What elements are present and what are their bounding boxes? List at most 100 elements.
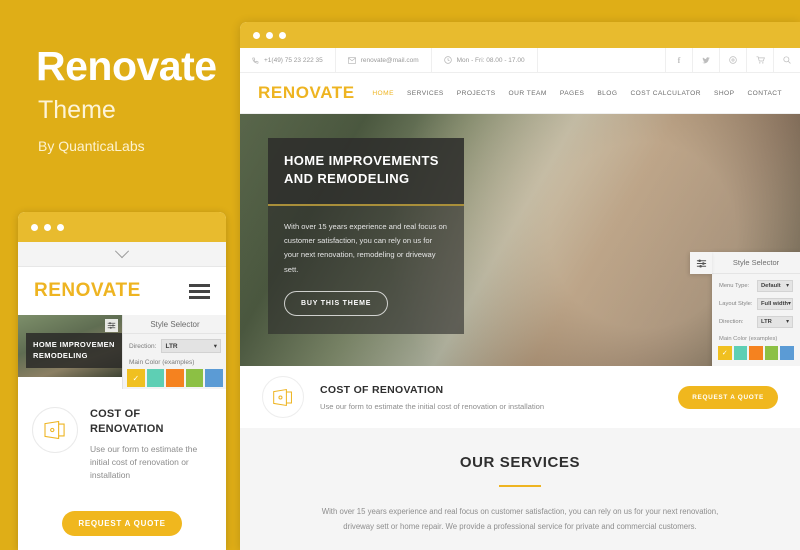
color-swatch-green[interactable] bbox=[764, 346, 779, 360]
hero-paragraph: With over 15 years experience and real f… bbox=[284, 222, 447, 274]
desktop-titlebar bbox=[240, 22, 800, 48]
color-swatch-teal[interactable] bbox=[733, 346, 748, 360]
topbar-hours-text: Mon - Fri: 08.00 - 17.00 bbox=[456, 56, 525, 64]
menu-type-select[interactable]: Default ▾ bbox=[757, 280, 793, 292]
color-swatch-orange[interactable] bbox=[749, 346, 763, 360]
nav-item-services[interactable]: SERVICES bbox=[407, 90, 444, 97]
color-swatch-blue[interactable] bbox=[780, 346, 794, 360]
tablet-hero-overlay: HOME IMPROVEMEN REMODELING bbox=[26, 333, 122, 368]
topbar-email-text: renovate@mail.com bbox=[360, 56, 419, 64]
chevron-down-icon: ▾ bbox=[786, 319, 789, 325]
desktop-logo[interactable]: RENOVATE bbox=[258, 83, 355, 103]
services-paragraph: With over 15 years experience and real f… bbox=[321, 507, 719, 531]
nav-item-cost-calculator[interactable]: COST CALCULATOR bbox=[630, 90, 701, 97]
nav-item-blog[interactable]: BLOG bbox=[597, 90, 617, 97]
nav-item-shop[interactable]: SHOP bbox=[714, 90, 735, 97]
tablet-cost-section: COST OF RENOVATION Use our form to estim… bbox=[18, 389, 226, 482]
mail-icon bbox=[347, 56, 356, 64]
tablet-direction-select[interactable]: LTR ▾ bbox=[161, 339, 221, 353]
style-selector-title: Style Selector bbox=[712, 252, 800, 274]
desktop-navbar: RENOVATE HOME SERVICES PROJECTS OUR TEAM… bbox=[240, 73, 800, 114]
tablet-cost-heading-line1: COST OF bbox=[90, 408, 141, 420]
search-icon[interactable] bbox=[773, 48, 800, 72]
tablet-hero-title-line1: HOME IMPROVEMEN bbox=[33, 340, 115, 349]
tablet-style-selector-title: Style Selector bbox=[123, 315, 226, 334]
tablet-direction-row: Direction: LTR ▾ bbox=[123, 334, 226, 353]
clock-icon bbox=[443, 56, 452, 64]
facebook-icon[interactable]: f bbox=[665, 48, 692, 72]
direction-select[interactable]: LTR ▾ bbox=[757, 316, 793, 328]
menu-type-value: Default bbox=[761, 283, 781, 289]
desktop-cost-heading: COST OF RENOVATION bbox=[320, 383, 444, 396]
layout-style-select[interactable]: Full width ▾ bbox=[757, 298, 793, 310]
window-dot-minimize[interactable] bbox=[44, 223, 51, 231]
topbar-hours: Mon - Fri: 08.00 - 17.00 bbox=[432, 48, 538, 72]
menu-type-row: Menu Type: Default ▾ bbox=[712, 274, 800, 292]
tablet-direction-label: Direction: bbox=[129, 342, 157, 350]
window-dot-maximize[interactable] bbox=[57, 223, 64, 231]
window-dot-close[interactable] bbox=[31, 223, 38, 231]
desktop-cost-section: COST OF RENOVATION Use our form to estim… bbox=[240, 366, 800, 428]
desktop-cost-text: Use our form to estimate the initial cos… bbox=[320, 401, 545, 411]
desktop-window: +1(49) 75 23 222 35 renovate@mail.com Mo… bbox=[240, 22, 800, 550]
color-swatch-green[interactable] bbox=[185, 369, 204, 387]
tablet-hero-title-line2: REMODELING bbox=[33, 351, 88, 361]
tablet-logo[interactable]: RENOVATE bbox=[34, 280, 141, 302]
chevron-down-icon: ▾ bbox=[788, 301, 791, 307]
nav-item-contact[interactable]: CONTACT bbox=[747, 90, 782, 97]
buy-this-theme-button[interactable]: BUY THIS THEME bbox=[284, 290, 389, 316]
color-swatch-blue[interactable] bbox=[205, 369, 223, 387]
tablet-cost-button-wrap: REQUEST A QUOTE bbox=[18, 511, 226, 536]
topbar-spacer bbox=[538, 48, 665, 72]
layout-style-value: Full width bbox=[761, 301, 789, 307]
nav-item-home[interactable]: HOME bbox=[372, 90, 394, 97]
nav-item-pages[interactable]: PAGES bbox=[560, 90, 584, 97]
sliders-icon[interactable] bbox=[105, 319, 118, 332]
services-divider bbox=[499, 485, 541, 487]
layout-style-label: Layout Style: bbox=[719, 301, 753, 307]
tablet-header: RENOVATE bbox=[18, 267, 226, 315]
phone-icon bbox=[252, 56, 259, 64]
topbar-phone[interactable]: +1(49) 75 23 222 35 bbox=[240, 48, 336, 72]
color-swatch-teal[interactable] bbox=[146, 369, 165, 387]
twitter-icon[interactable] bbox=[692, 48, 719, 72]
promo-title: Renovate bbox=[36, 43, 217, 89]
topbar-phone-text: +1(49) 75 23 222 35 bbox=[264, 56, 323, 64]
hero-title-line2: AND REMODELING bbox=[284, 171, 410, 187]
color-swatch-yellow[interactable]: ✓ bbox=[718, 346, 732, 360]
color-swatch-orange[interactable] bbox=[166, 369, 184, 387]
cart-icon[interactable] bbox=[746, 48, 773, 72]
tablet-collapse-strip[interactable] bbox=[18, 242, 226, 267]
nav-item-projects[interactable]: PROJECTS bbox=[457, 90, 496, 97]
desktop-request-quote-button[interactable]: REQUEST A QUOTE bbox=[678, 385, 778, 409]
tablet-request-quote-button[interactable]: REQUEST A QUOTE bbox=[62, 511, 182, 536]
menu-type-label: Menu Type: bbox=[719, 283, 750, 289]
nav-item-our-team[interactable]: OUR TEAM bbox=[509, 90, 547, 97]
desktop-cost-text-wrap: COST OF RENOVATION Use our form to estim… bbox=[320, 384, 544, 411]
topbar-email[interactable]: renovate@mail.com bbox=[336, 48, 432, 72]
desktop-style-selector: Style Selector Menu Type: Default ▾ Layo… bbox=[690, 252, 800, 366]
sliders-icon[interactable] bbox=[690, 252, 712, 274]
dribbble-icon[interactable] bbox=[719, 48, 746, 72]
tablet-direction-value: LTR bbox=[165, 342, 178, 350]
desktop-hero: HOME IMPROVEMENTS AND REMODELING With ov… bbox=[240, 114, 800, 366]
desktop-topbar: +1(49) 75 23 222 35 renovate@mail.com Mo… bbox=[240, 48, 800, 73]
hamburger-icon[interactable] bbox=[189, 283, 210, 299]
tablet-body: HOME IMPROVEMEN REMODELING Style Selecto… bbox=[18, 315, 226, 550]
wallet-icon bbox=[262, 376, 304, 418]
tablet-cost-text: Use our form to estimate the initial cos… bbox=[90, 443, 198, 481]
layout-style-row: Layout Style: Full width ▾ bbox=[712, 292, 800, 310]
desktop-main-menu: HOME SERVICES PROJECTS OUR TEAM PAGES BL… bbox=[372, 90, 782, 97]
tablet-hero-image: HOME IMPROVEMEN REMODELING bbox=[18, 315, 122, 377]
window-dot-close[interactable] bbox=[253, 31, 260, 39]
window-dot-minimize[interactable] bbox=[266, 31, 273, 39]
window-dot-maximize[interactable] bbox=[279, 31, 286, 39]
color-swatch-yellow[interactable]: ✓ bbox=[127, 369, 145, 387]
main-color-swatches: ✓ bbox=[712, 346, 800, 360]
tablet-color-swatches: ✓ bbox=[123, 369, 226, 387]
direction-row: Direction: LTR ▾ bbox=[712, 310, 800, 328]
services-heading: OUR SERVICES bbox=[459, 454, 581, 471]
main-color-label: Main Color (examples) bbox=[719, 336, 778, 342]
promo-author: By QuanticaLabs bbox=[38, 138, 145, 154]
promo-subtitle: Theme bbox=[38, 96, 116, 124]
